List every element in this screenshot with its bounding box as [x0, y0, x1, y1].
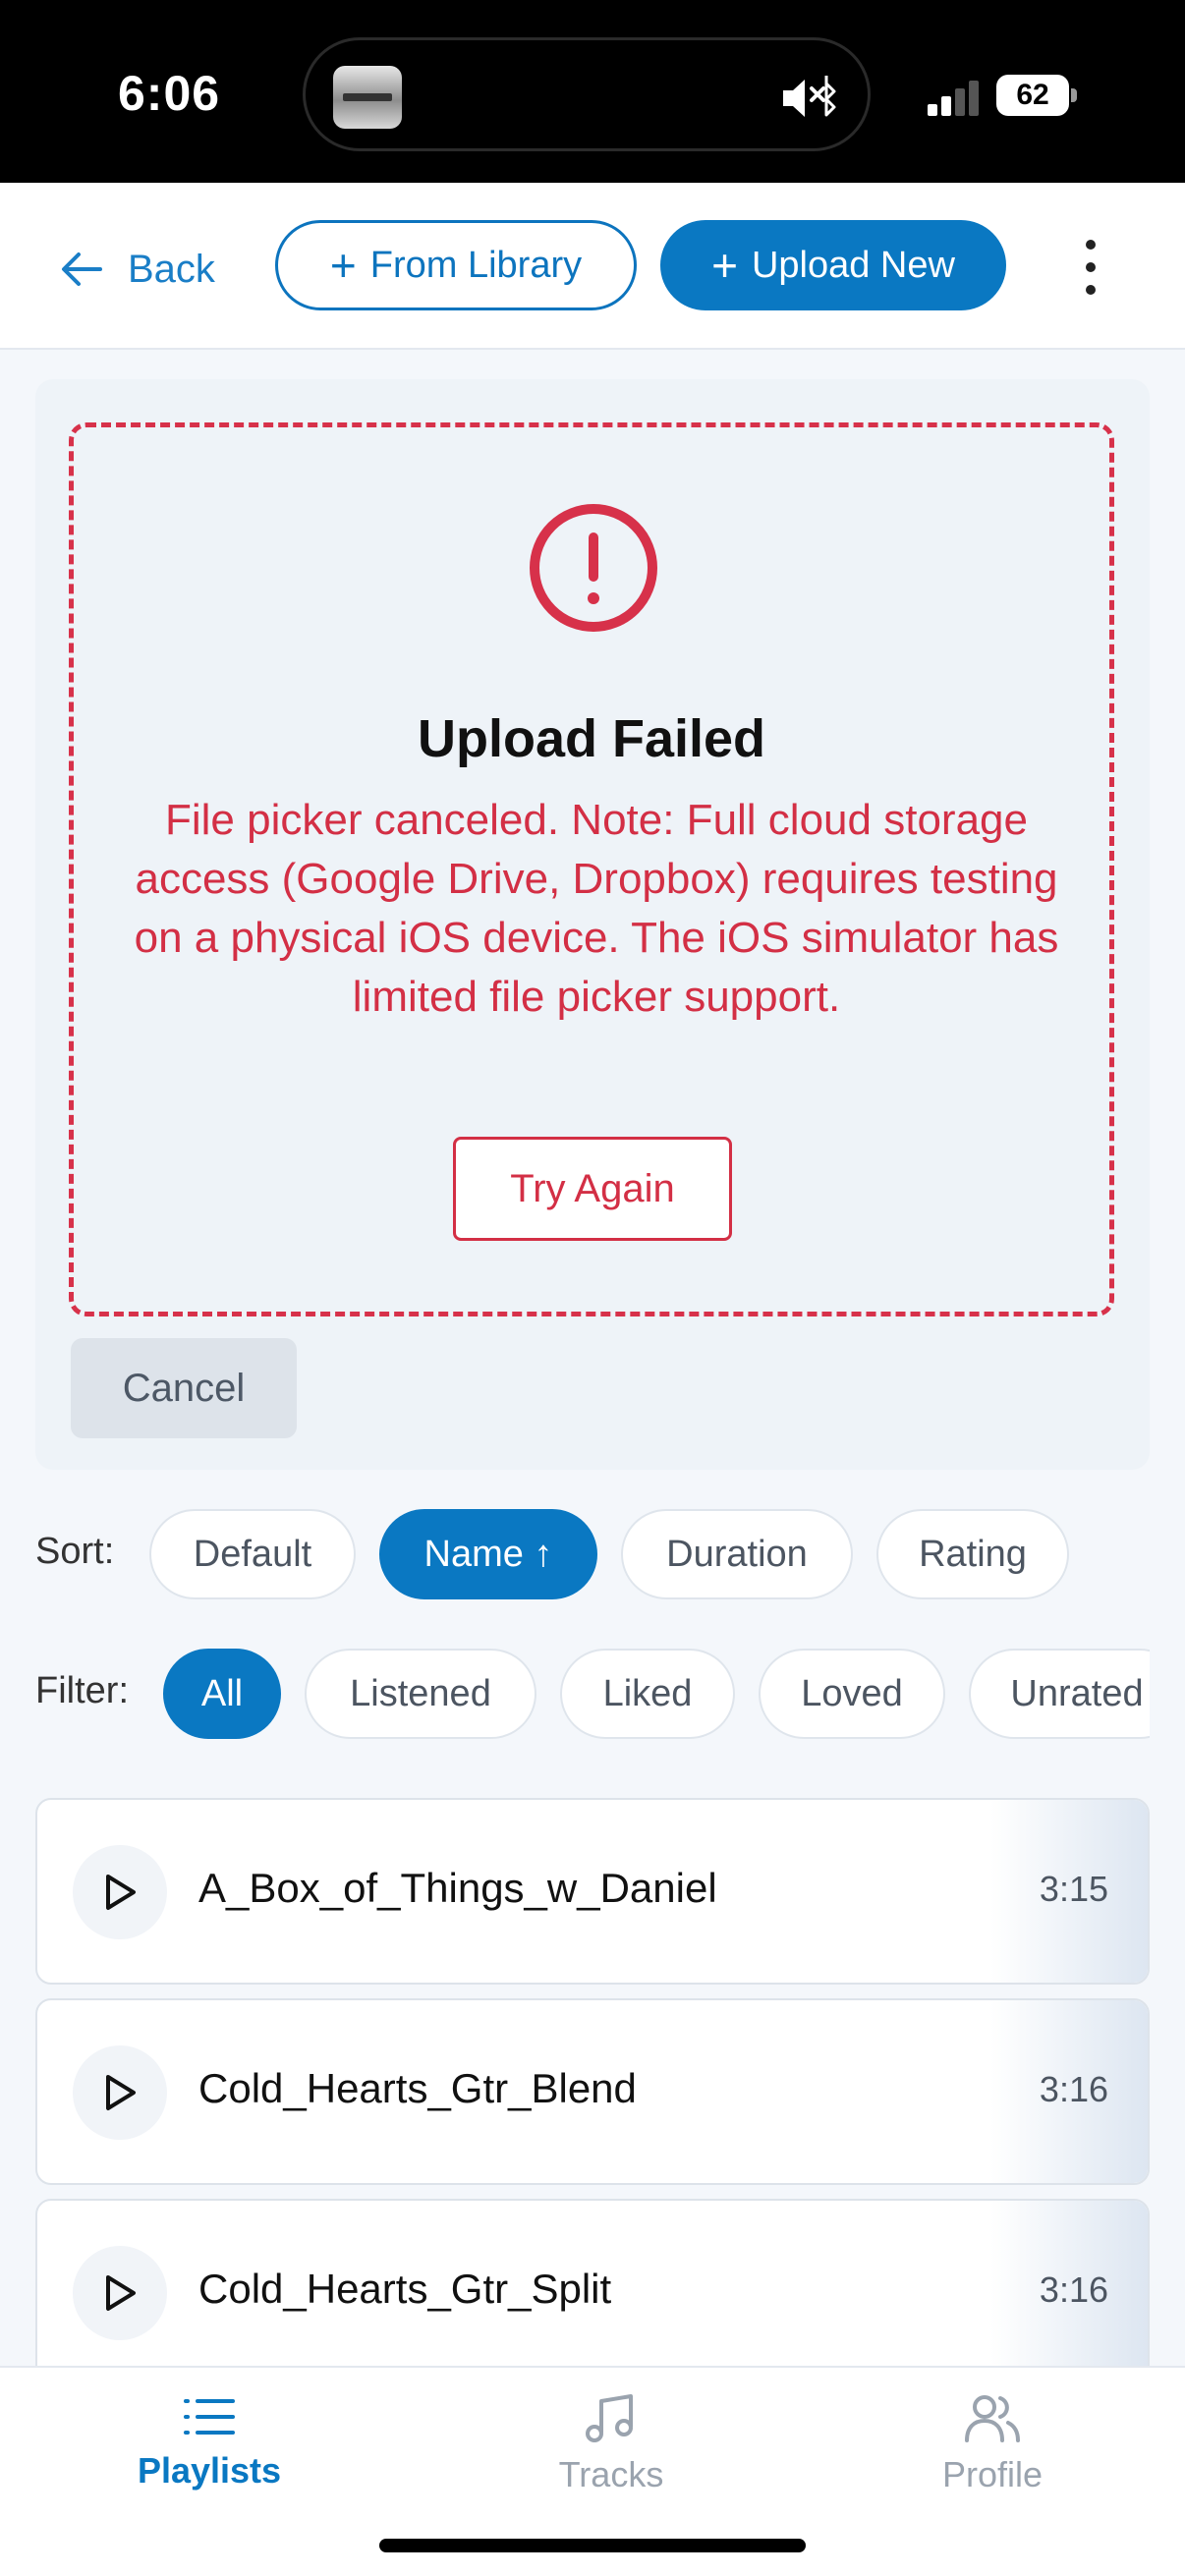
filter-chip-liked[interactable]: Liked [560, 1649, 735, 1739]
status-time: 6:06 [118, 66, 221, 121]
status-bar: 6:06 62 [0, 0, 1185, 183]
alert-circle-icon [530, 504, 657, 632]
error-title: Upload Failed [417, 709, 766, 768]
sort-chip-default[interactable]: Default [149, 1509, 356, 1599]
filter-chip-unrated[interactable]: Unrated [969, 1649, 1150, 1739]
mute-icon [783, 76, 836, 117]
tab-playlists[interactable]: Playlists [91, 2393, 327, 2492]
more-vertical-icon[interactable] [1081, 240, 1100, 295]
sort-chip-rating[interactable]: Rating [876, 1509, 1069, 1599]
filter-chip-all[interactable]: All [163, 1649, 281, 1739]
battery-tip [1071, 88, 1077, 102]
play-button[interactable] [73, 2246, 167, 2340]
track-duration: 3:15 [1039, 1869, 1108, 1909]
top-toolbar: Back + From Library + Upload New [0, 183, 1185, 350]
home-indicator [379, 2539, 806, 2552]
track-row[interactable]: Cold_Hearts_Gtr_Blend 3:16 [35, 1998, 1150, 2185]
play-icon [106, 2075, 136, 2110]
signal-icon [928, 77, 983, 116]
filter-chip-listened[interactable]: Listened [305, 1649, 536, 1739]
tab-profile[interactable]: Profile [875, 2393, 1110, 2495]
track-duration: 3:16 [1039, 2069, 1108, 2109]
play-icon [106, 1875, 136, 1910]
play-button[interactable] [73, 1845, 167, 1939]
track-row[interactable]: A_Box_of_Things_w_Daniel 3:15 [35, 1798, 1150, 1985]
filter-chip-scroller[interactable]: All Listened Liked Loved Unrated [0, 1641, 1150, 1749]
try-again-button[interactable]: Try Again [453, 1137, 732, 1241]
from-library-label: From Library [369, 244, 583, 286]
track-title: Cold_Hearts_Gtr_Blend [198, 2065, 637, 2111]
battery-icon: 62 [996, 75, 1069, 116]
upload-panel: Upload Failed File picker canceled. Note… [35, 379, 1150, 1470]
sort-chip-duration[interactable]: Duration [621, 1509, 853, 1599]
upload-new-button[interactable]: + Upload New [660, 220, 1006, 310]
track-title: Cold_Hearts_Gtr_Split [198, 2266, 612, 2312]
users-icon [965, 2395, 1020, 2442]
plus-icon: + [329, 240, 357, 291]
track-duration: 3:16 [1039, 2269, 1108, 2310]
media-thumbnail-icon [333, 66, 402, 129]
filter-chip-loved[interactable]: Loved [759, 1649, 945, 1739]
track-row[interactable]: Cold_Hearts_Gtr_Split 3:16 [35, 2199, 1150, 2366]
play-button[interactable] [73, 2045, 167, 2140]
from-library-button[interactable]: + From Library [275, 220, 637, 310]
sort-chip-name[interactable]: Name ↑ [379, 1509, 597, 1599]
track-list: A_Box_of_Things_w_Daniel 3:15 Cold_Heart… [35, 1798, 1150, 2366]
track-title: A_Box_of_Things_w_Daniel [198, 1865, 717, 1911]
tab-label: Profile [941, 2454, 1044, 2494]
play-icon [106, 2275, 136, 2311]
tab-label: Tracks [558, 2454, 664, 2494]
back-label: Back [128, 247, 215, 291]
list-icon [184, 2399, 235, 2435]
music-note-icon [586, 2394, 633, 2442]
plus-icon: + [711, 240, 738, 291]
error-message: File picker canceled. Note: Full cloud s… [134, 796, 1059, 1021]
cancel-button[interactable]: Cancel [71, 1338, 297, 1438]
back-button[interactable]: Back [61, 240, 215, 299]
upload-new-label: Upload New [751, 244, 955, 286]
upload-error-box: Upload Failed File picker canceled. Note… [69, 422, 1114, 1316]
dynamic-island [303, 37, 871, 151]
tab-tracks[interactable]: Tracks [493, 2393, 729, 2495]
arrow-left-icon [62, 252, 102, 286]
tab-label: Playlists [137, 2450, 282, 2491]
bluetooth-icon [824, 76, 836, 117]
sort-label: Sort: [35, 1531, 115, 1572]
